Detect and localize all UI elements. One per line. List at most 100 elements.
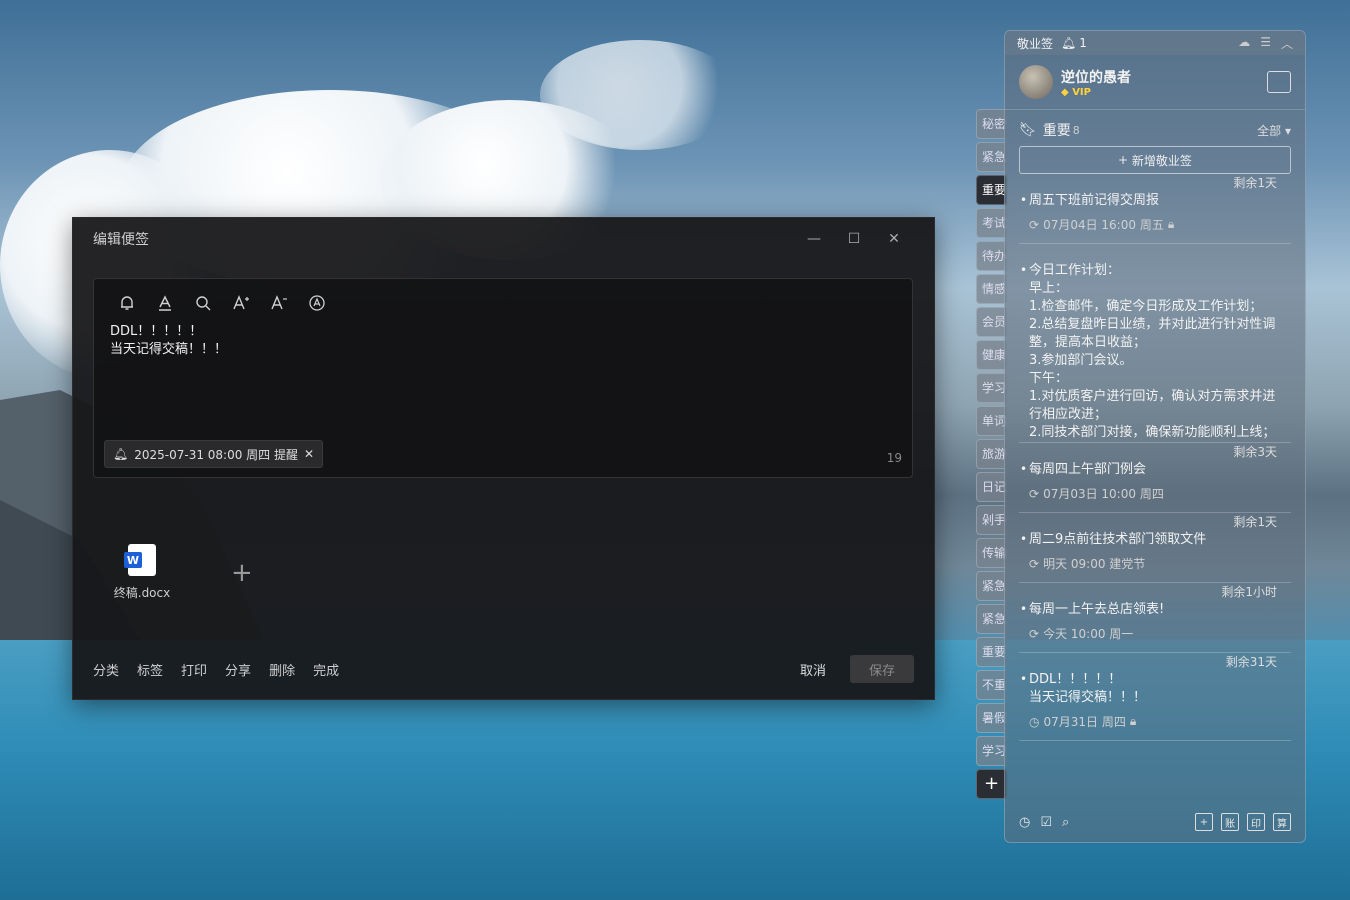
category-tab[interactable]: 紧急 — [976, 604, 1006, 634]
clock-icon: ◷ — [1029, 714, 1040, 729]
stamp-icon[interactable]: 印 — [1247, 813, 1265, 831]
word-doc-icon: W — [124, 544, 156, 576]
maximize-button[interactable]: ☐ — [834, 231, 874, 247]
note-item[interactable]: 剩余1小时 每周一上午去总店领表! ⟳今天 10:00 周一 — [1019, 583, 1291, 653]
category-tab[interactable]: 学习 — [976, 736, 1006, 766]
app-name: 敬业签 — [1017, 36, 1054, 51]
user-name: 逆位的愚者 — [1061, 69, 1131, 86]
new-note-label: 新增敬业签 — [1131, 153, 1192, 168]
panel-controls: ☁ ☰ ︿ — [1238, 35, 1293, 52]
cancel-button[interactable]: 取消 — [800, 660, 826, 679]
category-tab[interactable]: 紧急 — [976, 142, 1006, 172]
editor-titlebar: 编辑便签 — ☐ ✕ — [73, 218, 934, 260]
avatar[interactable] — [1019, 65, 1053, 99]
print-button[interactable]: 打印 — [181, 660, 207, 679]
remove-reminder-icon[interactable]: ✕ — [304, 447, 314, 461]
collapse-icon[interactable]: ︿ — [1281, 35, 1293, 52]
minimize-button[interactable]: — — [794, 231, 834, 247]
category-tab-active[interactable]: 重要 — [976, 175, 1006, 205]
note-meta: ⟳ 明天 09:00 建党节 — [1029, 555, 1277, 572]
vip-badge: ◆ VIP — [1061, 87, 1131, 98]
new-note-button[interactable]: + 新增敬业签 — [1019, 146, 1291, 174]
bookmark-icon: 🔖︎ — [1019, 122, 1037, 138]
category-tab[interactable]: 紧急 — [976, 571, 1006, 601]
save-button[interactable]: 保存 — [850, 655, 914, 683]
note-edit-area[interactable]: DDL！！！！！ 当天记得交稿！！！ 🔔︎ 2025-07-31 08:00 周… — [93, 278, 913, 478]
category-tab[interactable]: 学习 — [976, 373, 1006, 403]
category-tab[interactable]: 情感 — [976, 274, 1006, 304]
font-increase-icon[interactable] — [222, 291, 260, 315]
panel-topbar: 敬业签 🔔︎ 1 ☁ ☰ ︿ — [1005, 31, 1305, 55]
complete-button[interactable]: 完成 — [313, 660, 339, 679]
bell-icon[interactable]: 🔔︎ — [1061, 36, 1076, 50]
note-item[interactable]: 剩余1天 周二9点前往技术部门领取文件 ⟳明天 09:00 建党节 — [1019, 513, 1291, 583]
note-content[interactable]: DDL！！！！！ 当天记得交稿！！！ — [94, 321, 912, 361]
note-item[interactable]: 今日工作计划： 早上： 1.检查邮件，确定今日形成及工作计划； 2.总结复盘昨日… — [1019, 244, 1291, 443]
checklist-icon[interactable]: ☑ — [1040, 815, 1052, 830]
ledger-icon[interactable]: 账 — [1221, 813, 1239, 831]
add-attachment-icon[interactable]: + — [231, 558, 253, 588]
category-tab[interactable]: 日记 — [976, 472, 1006, 502]
note-time: 明天 09:00 建党节 — [1043, 557, 1146, 571]
category-tab[interactable]: 健康 — [976, 340, 1006, 370]
category-tab[interactable]: 剁手 — [976, 505, 1006, 535]
bell-icon: 🔔︎ — [113, 447, 129, 461]
repeat-icon: ⟳ — [1029, 217, 1040, 232]
category-tab[interactable]: 会员 — [976, 307, 1006, 337]
category-tab[interactable]: 不重 — [976, 670, 1006, 700]
font-decrease-icon[interactable] — [260, 291, 298, 315]
category-tab[interactable]: 待办 — [976, 241, 1006, 271]
note-time: 07月04日 16:00 周五 — [1043, 218, 1164, 232]
lock-icon: 🔒︎ — [1129, 714, 1137, 728]
panel-bottom-bar: ◷ ☑ ⌕ + 账 印 算 — [1005, 802, 1305, 842]
lock-icon: 🔒︎ — [1167, 217, 1175, 231]
note-item[interactable]: 剩余31天 DDL！！！！！ 当天记得交稿！！！ ◷07月31日 周四🔒︎ — [1019, 653, 1291, 741]
category-tab[interactable]: 重要 — [976, 637, 1006, 667]
category-tab[interactable]: 旅游 — [976, 439, 1006, 469]
share-button[interactable]: 分享 — [225, 660, 251, 679]
calculator-icon[interactable]: 算 — [1273, 813, 1291, 831]
add-category-button[interactable]: + — [976, 769, 1006, 799]
user-row: 逆位的愚者 ◆ VIP — [1005, 55, 1305, 110]
repeat-icon: ⟳ — [1029, 626, 1040, 641]
clear-format-icon[interactable] — [298, 291, 336, 315]
section-title: 重要 — [1042, 123, 1071, 139]
edit-note-window: 编辑便签 — ☐ ✕ DDL！！！！！ 当天记得交稿！！！ 🔔︎ 2025-07… — [72, 217, 935, 700]
bell-icon[interactable] — [108, 291, 146, 315]
search-icon[interactable]: ⌕ — [1062, 815, 1069, 830]
vip-label: VIP — [1072, 86, 1091, 98]
reminder-chip[interactable]: 🔔︎ 2025-07-31 08:00 周四 提醒 ✕ — [104, 440, 324, 468]
menu-icon[interactable]: ☰ — [1260, 35, 1271, 52]
attachment-docx[interactable]: W 终稿.docx — [111, 544, 173, 601]
tag-button[interactable]: 标签 — [137, 660, 163, 679]
attachment-name: 终稿.docx — [113, 586, 171, 600]
category-tab[interactable]: 秘密 — [976, 109, 1006, 139]
delete-button[interactable]: 删除 — [269, 660, 295, 679]
add-note-icon[interactable]: + — [1195, 813, 1213, 831]
note-remaining: 剩余1天 — [1233, 176, 1277, 190]
note-item[interactable]: 剩余1天 周五下班前记得交周报 ⟳07月04日 16:00 周五🔒︎ — [1019, 174, 1291, 244]
bell-count: 1 — [1079, 36, 1087, 50]
search-icon[interactable] — [184, 291, 222, 315]
note-text: 每周四上午部门例会 — [1020, 460, 1277, 479]
category-tab[interactable]: 单词 — [976, 406, 1006, 436]
category-tab[interactable]: 传输 — [976, 538, 1006, 568]
repeat-icon: ⟳ — [1029, 556, 1040, 571]
plus-icon: + — [1118, 153, 1132, 167]
calendar-icon[interactable] — [1267, 71, 1291, 93]
category-tab[interactable]: 考试 — [976, 208, 1006, 238]
note-remaining: 剩余1小时 — [1221, 585, 1277, 599]
close-button[interactable]: ✕ — [874, 231, 914, 247]
section-header: 🔖︎ 重要 8 全部 ▾ — [1005, 110, 1305, 146]
category-button[interactable]: 分类 — [93, 660, 119, 679]
category-tab[interactable]: 暑假 — [976, 703, 1006, 733]
note-remaining: 剩余31天 — [1225, 655, 1277, 669]
note-item[interactable]: 剩余3天 每周四上午部门例会 ⟳07月03日 10:00 周四 — [1019, 443, 1291, 513]
editor-confirm-actions: 取消 保存 — [800, 655, 914, 683]
text-color-icon[interactable] — [146, 291, 184, 315]
history-icon[interactable]: ◷ — [1019, 815, 1030, 830]
format-toolbar — [94, 279, 912, 321]
diamond-icon: ◆ — [1061, 86, 1069, 98]
cloud-sync-icon[interactable]: ☁ — [1238, 35, 1250, 52]
filter-dropdown[interactable]: 全部 ▾ — [1257, 122, 1291, 139]
